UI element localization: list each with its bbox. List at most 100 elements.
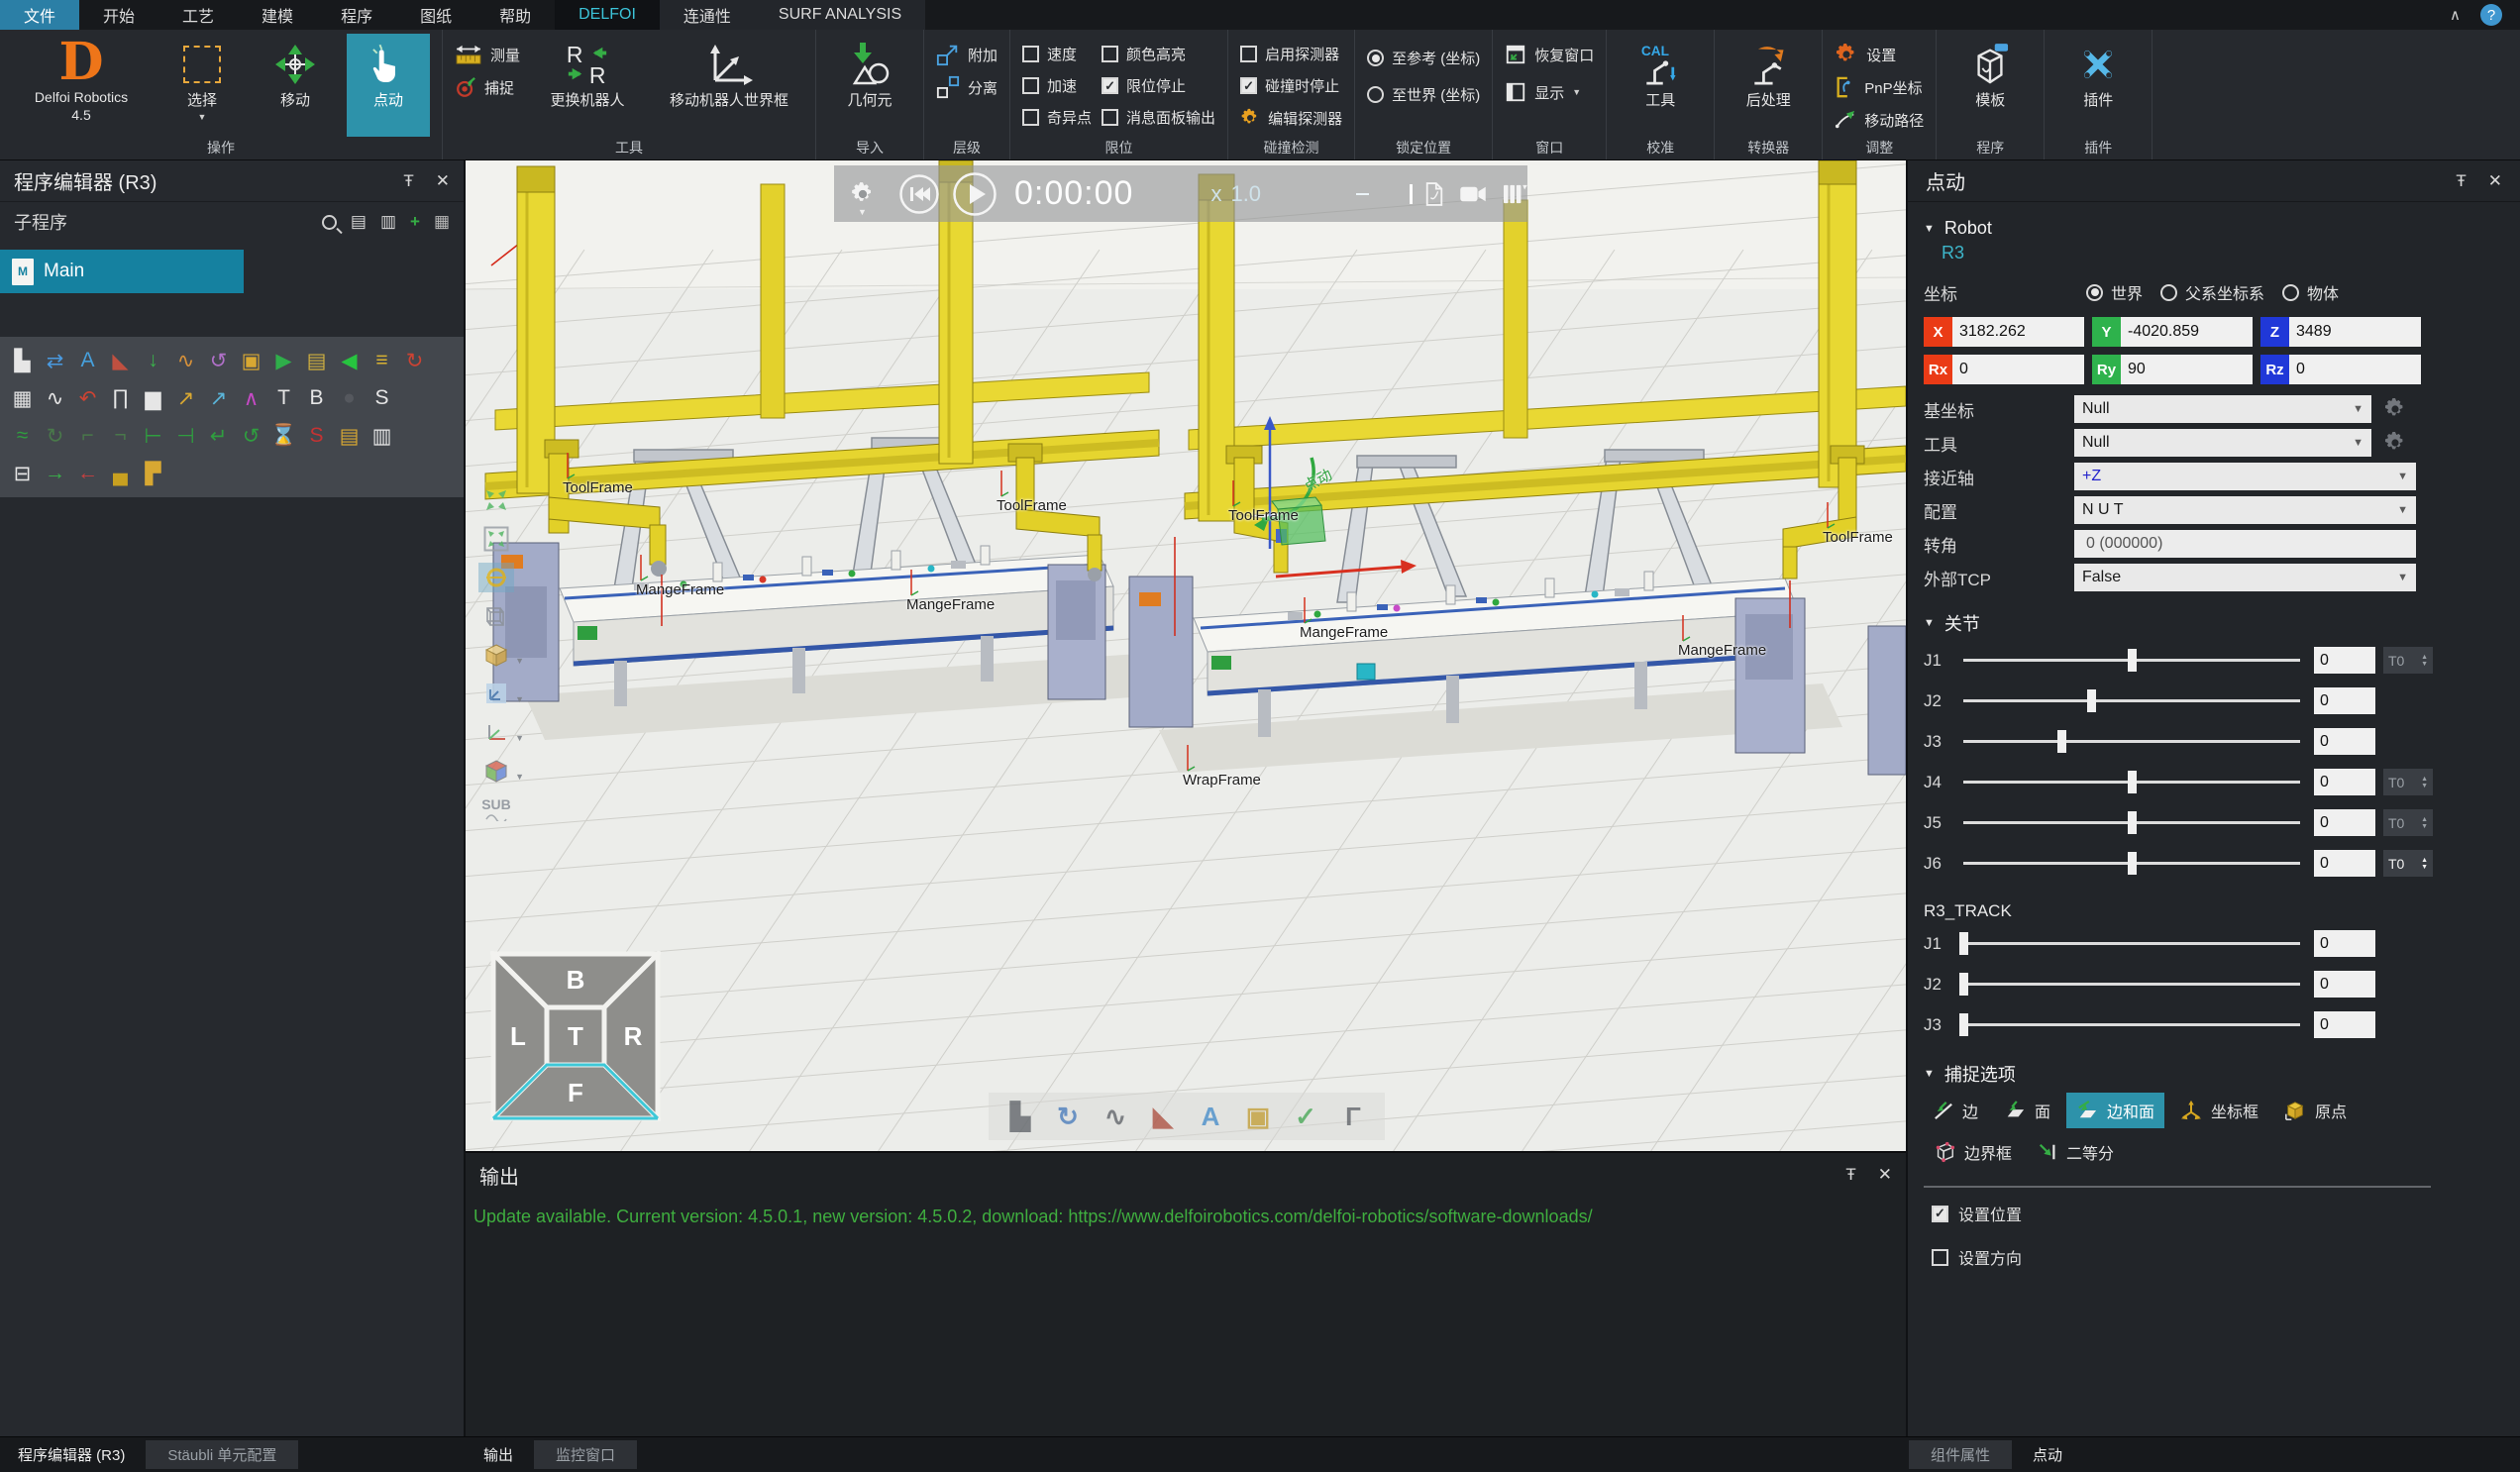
- clip-plane-icon[interactable]: [478, 563, 514, 592]
- set-position-checkbox[interactable]: ✓ 设置位置: [1932, 1202, 2443, 1225]
- limit-stop-checkbox[interactable]: ✓限位停止: [1102, 73, 1215, 98]
- pose-value-field[interactable]: 3182.262: [1952, 317, 2084, 347]
- set-orientation-checkbox[interactable]: ✓ 设置方向: [1932, 1245, 2443, 1269]
- joint-slider[interactable]: [1963, 862, 2300, 865]
- select-robot-icon[interactable]: ▙: [1002, 1099, 1038, 1134]
- wireframe-view-icon[interactable]: [478, 601, 514, 631]
- play-button[interactable]: [953, 172, 997, 216]
- output-tab-1[interactable]: 监控窗口: [534, 1440, 637, 1469]
- view-cube[interactable]: B L T R F: [490, 951, 661, 1121]
- pose-value-field[interactable]: 0: [1952, 355, 2084, 384]
- output-message[interactable]: Update available. Current version: 4.5.0…: [473, 1207, 1906, 1227]
- film-strip-icon[interactable]: [1502, 183, 1527, 205]
- document-check-icon[interactable]: ▥: [380, 212, 396, 232]
- to-reference-radio[interactable]: 至参考 (坐标): [1367, 46, 1480, 70]
- slider-thumb[interactable]: [2087, 689, 2096, 712]
- editor-tab-0[interactable]: 程序编辑器 (R3): [0, 1437, 143, 1472]
- rewind-button[interactable]: [899, 174, 939, 214]
- turn-spinner[interactable]: T0▲▼: [2383, 769, 2433, 795]
- external-tcp-dropdown[interactable]: False▼: [2074, 564, 2416, 591]
- pose-value-field[interactable]: -4020.859: [2121, 317, 2253, 347]
- accel-checkbox[interactable]: ✓加速: [1022, 73, 1092, 98]
- collapse-ribbon-icon[interactable]: ∧: [2450, 6, 2461, 24]
- joint-slider[interactable]: [1963, 942, 2300, 945]
- jog-tab-0[interactable]: 组件属性: [1909, 1440, 2012, 1469]
- joint-slider[interactable]: [1963, 659, 2300, 662]
- wait-icon[interactable]: ⌛: [269, 421, 298, 451]
- jog-button[interactable]: 点动: [347, 34, 430, 137]
- branch-else-icon[interactable]: ⊣: [171, 421, 200, 451]
- origin-display-icon[interactable]: ▼: [478, 717, 514, 747]
- frame-select-icon[interactable]: ▣: [1240, 1099, 1276, 1134]
- detach-button[interactable]: 分离: [936, 74, 998, 100]
- branch-if-icon[interactable]: ⊢: [139, 421, 167, 451]
- pattern-icon[interactable]: ∏: [106, 383, 135, 413]
- select-button[interactable]: 选择 ▼: [160, 34, 244, 137]
- pnp-button[interactable]: PnP坐标: [1835, 74, 1924, 100]
- jog-tab-1[interactable]: 点动: [2015, 1437, 2080, 1472]
- robot-section-header[interactable]: ▼ Robot: [1924, 218, 2443, 239]
- slider-thumb[interactable]: [2128, 649, 2137, 672]
- compare-icon[interactable]: ≈: [8, 421, 37, 451]
- zoom-fit-icon[interactable]: [478, 524, 514, 554]
- joint-value-field[interactable]: 0: [2314, 687, 2375, 714]
- record-disabled-icon[interactable]: ●: [335, 383, 364, 413]
- turn-spinner[interactable]: T0▲▼: [2383, 850, 2433, 877]
- frame-statement-icon[interactable]: ▣: [237, 346, 265, 375]
- menu-tab-6[interactable]: 帮助: [475, 0, 555, 30]
- solid-view-icon[interactable]: ▼: [478, 640, 514, 670]
- output-tab-0[interactable]: 输出: [466, 1437, 531, 1472]
- add-icon[interactable]: +: [410, 212, 420, 232]
- cycle-statement-icon[interactable]: ↺: [204, 346, 233, 375]
- menu-tab-3[interactable]: 建模: [238, 0, 317, 30]
- slider-thumb[interactable]: [2128, 811, 2137, 834]
- path-statement-icon[interactable]: ∿: [171, 346, 200, 375]
- menu-tab-5[interactable]: 图纸: [396, 0, 475, 30]
- loop-icon[interactable]: ↻: [41, 421, 69, 451]
- joint-value-field[interactable]: 0: [2314, 728, 2375, 755]
- joint-slider[interactable]: [1963, 740, 2300, 743]
- menu-tab-8[interactable]: 连通性: [660, 0, 755, 30]
- play-statement-icon[interactable]: ▶: [269, 346, 298, 375]
- snap-bbox-button[interactable]: 边界框: [1924, 1134, 2022, 1170]
- template-button[interactable]: 模板: [1948, 34, 2032, 137]
- slider-thumb[interactable]: [2128, 852, 2137, 875]
- pin-icon[interactable]: Ŧ: [1845, 1165, 1855, 1185]
- record-video-icon[interactable]: [1459, 184, 1487, 204]
- document-icon[interactable]: ▤: [351, 212, 367, 232]
- pan-expand-icon[interactable]: [478, 485, 514, 515]
- cal-tool-button[interactable]: CAL 工具: [1619, 34, 1702, 137]
- swap-robot-button[interactable]: RR 更换机器人: [530, 34, 645, 137]
- menu-tab-4[interactable]: 程序: [317, 0, 396, 30]
- clipboard-icon[interactable]: ▤: [335, 421, 364, 451]
- grid-view-icon[interactable]: ▦: [8, 383, 37, 413]
- document-icon[interactable]: ▥: [368, 421, 396, 451]
- tool-statement-icon[interactable]: T: [269, 383, 298, 413]
- jump-right-icon[interactable]: ¬: [106, 421, 135, 451]
- speed-slider[interactable]: [1356, 193, 1369, 195]
- pose-value-field[interactable]: 3489: [2289, 317, 2421, 347]
- joint-slider[interactable]: [1963, 1023, 2300, 1026]
- slider-thumb[interactable]: [1959, 1013, 1968, 1036]
- base-frame-dropdown[interactable]: Null▼: [2074, 395, 2371, 423]
- pose-value-field[interactable]: 90: [2121, 355, 2253, 384]
- subprogram-call-icon[interactable]: S: [368, 383, 396, 413]
- joints-section-header[interactable]: ▼ 关节: [1924, 610, 2443, 636]
- close-icon[interactable]: ✕: [1878, 1165, 1892, 1185]
- menu-tab-0[interactable]: 文件: [0, 0, 79, 30]
- sync-icon[interactable]: ↺: [237, 421, 265, 451]
- color-highlight-checkbox[interactable]: ✓颜色高亮: [1102, 42, 1215, 66]
- to-world-radio[interactable]: 至世界 (坐标): [1367, 82, 1480, 107]
- collision-ok-icon[interactable]: ✓: [1288, 1099, 1323, 1134]
- snap-frame-button[interactable]: 坐标框: [2170, 1093, 2268, 1128]
- stop-on-collision-checkbox[interactable]: ✓碰撞时停止: [1240, 73, 1342, 98]
- joint-value-field[interactable]: 0: [2314, 930, 2375, 957]
- edit-detector-button[interactable]: 编辑探测器: [1240, 105, 1342, 131]
- slider-thumb[interactable]: [1959, 932, 1968, 955]
- folder-open-icon[interactable]: ▆: [139, 383, 167, 413]
- pose-value-field[interactable]: 0: [2289, 355, 2421, 384]
- base-statement-icon[interactable]: B: [302, 383, 331, 413]
- limit-ramp-icon[interactable]: ◣: [106, 346, 135, 375]
- snap-edge-button[interactable]: 边: [1924, 1093, 1988, 1128]
- swap-robot-icon[interactable]: ⇄: [41, 346, 69, 375]
